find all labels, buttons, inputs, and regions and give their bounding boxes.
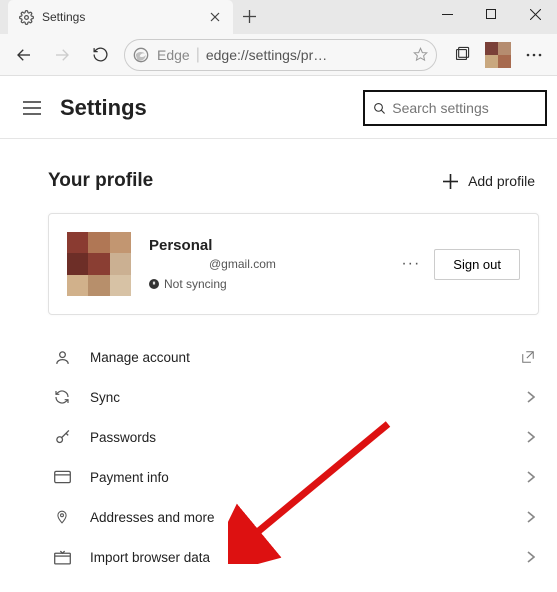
sync-icon (52, 389, 72, 405)
url-brand-label: Edge (157, 47, 190, 63)
url-text: edge://settings/pr… (206, 47, 409, 63)
menu-icon[interactable] (18, 94, 46, 122)
profile-picture (67, 232, 131, 296)
window-close-button[interactable] (513, 0, 557, 28)
row-import-browser-data[interactable]: Import browser data (48, 537, 539, 577)
window-titlebar: Settings (0, 0, 557, 34)
chevron-right-icon (527, 471, 535, 483)
row-label: Addresses and more (90, 510, 509, 525)
profile-more-button[interactable]: ··· (401, 255, 420, 273)
edge-icon (133, 46, 151, 64)
row-label: Manage account (90, 350, 503, 365)
plus-icon (443, 174, 458, 189)
sign-out-button[interactable]: Sign out (434, 249, 520, 280)
sync-status: ⏸ Not syncing (149, 277, 383, 291)
chevron-right-icon (527, 431, 535, 443)
row-payment-info[interactable]: Payment info (48, 457, 539, 497)
profile-section: Your profile Add profile Personal @gmail… (0, 139, 557, 577)
profile-card: Personal @gmail.com ⏸ Not syncing ··· Si… (48, 213, 539, 315)
section-title: Your profile (48, 170, 153, 192)
profile-name: Personal (149, 237, 383, 254)
maximize-button[interactable] (469, 0, 513, 28)
row-label: Sync (90, 390, 509, 405)
address-bar[interactable]: Edge | edge://settings/pr… (124, 39, 437, 71)
person-icon (52, 349, 72, 366)
row-label: Payment info (90, 470, 509, 485)
page-header: Settings (0, 76, 557, 138)
key-icon (52, 429, 72, 446)
browser-tab[interactable]: Settings (8, 0, 233, 34)
add-profile-button[interactable]: Add profile (439, 167, 539, 195)
card-icon (52, 470, 72, 484)
location-icon (52, 508, 72, 526)
search-settings-box[interactable] (363, 90, 547, 126)
row-manage-account[interactable]: Manage account (48, 337, 539, 377)
add-profile-label: Add profile (468, 173, 535, 189)
settings-list: Manage account Sync Passwords Payment in… (48, 337, 539, 577)
search-icon (373, 101, 386, 116)
chevron-right-icon (527, 551, 535, 563)
page-title: Settings (60, 95, 349, 121)
minimize-button[interactable] (425, 0, 469, 28)
row-label: Import browser data (90, 550, 509, 565)
tab-title: Settings (42, 10, 207, 24)
separator: | (196, 46, 200, 64)
window-controls (425, 0, 557, 28)
settings-page: Settings Your profile Add profile Person… (0, 76, 557, 592)
menu-button[interactable] (517, 38, 551, 72)
forward-button[interactable] (44, 37, 80, 73)
sync-off-icon: ⏸ (149, 279, 159, 289)
gear-icon (18, 9, 34, 25)
sync-status-label: Not syncing (164, 277, 227, 291)
close-icon[interactable] (207, 9, 223, 25)
collections-button[interactable] (443, 37, 479, 73)
browser-toolbar: Edge | edge://settings/pr… (0, 34, 557, 76)
refresh-button[interactable] (82, 37, 118, 73)
row-label: Passwords (90, 430, 509, 445)
external-icon (521, 350, 535, 364)
chevron-right-icon (527, 391, 535, 403)
favorite-icon[interactable] (413, 47, 428, 62)
new-tab-button[interactable] (233, 0, 265, 32)
row-addresses[interactable]: Addresses and more (48, 497, 539, 537)
chevron-right-icon (527, 511, 535, 523)
back-button[interactable] (6, 37, 42, 73)
search-input[interactable] (392, 100, 537, 116)
profile-avatar-button[interactable] (485, 42, 511, 68)
import-icon (52, 550, 72, 565)
row-sync[interactable]: Sync (48, 377, 539, 417)
row-passwords[interactable]: Passwords (48, 417, 539, 457)
profile-email: @gmail.com (209, 257, 383, 271)
